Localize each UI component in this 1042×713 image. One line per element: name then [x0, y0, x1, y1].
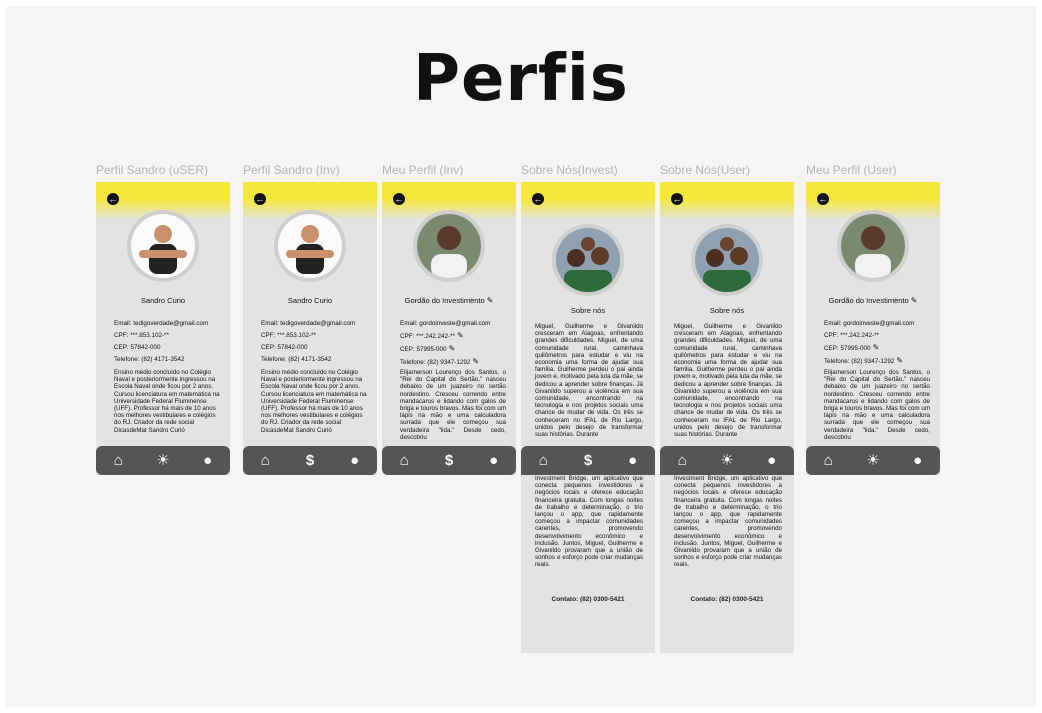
avatar — [837, 210, 909, 282]
edit-pencil-icon[interactable]: ✎ — [911, 296, 918, 305]
frame-sobre-nos-user: ← Sobre nós Miguel, Guilherme e Givanild… — [660, 182, 794, 653]
profile-name: Sandro Curio — [287, 296, 333, 305]
about-text-top: Miguel, Guilherme e Givanildo cresceram … — [535, 323, 643, 439]
edit-pencil-icon[interactable]: ✎ — [472, 357, 479, 366]
about-text-bottom: Investment Bridge, um aplicativo que con… — [535, 475, 643, 569]
back-arrow-icon[interactable]: ← — [817, 193, 829, 205]
home-icon[interactable]: ⌂ — [103, 453, 133, 468]
cep-row: CEP: 57995-000 ✎ — [824, 342, 928, 355]
cep-text: CEP: 57842-000 — [114, 344, 161, 351]
frame-label-perfil-sandro-inv: Perfil Sandro (Inv) — [243, 163, 340, 177]
profile-name: Gordão do Investimento ✎ — [806, 296, 940, 305]
lightbulb-icon[interactable]: ☀ — [712, 453, 742, 468]
telefone-row: Telefone: (82) 9347-1292 ✎ — [400, 356, 504, 369]
bottom-navbar: ⌂ $ ● — [382, 446, 516, 475]
profile-name-text: Gordão do Investimento — [404, 296, 485, 305]
contact-text: Contato: (82) 0300-5421 — [551, 596, 625, 603]
chat-icon[interactable]: ● — [340, 453, 370, 468]
chat-icon[interactable]: ● — [193, 453, 223, 468]
home-icon[interactable]: ⌂ — [250, 453, 280, 468]
email-text: Email: gordoinveste@gmail.com — [824, 320, 915, 327]
about-text-bottom: Investment Bridge, um aplicativo que con… — [674, 475, 782, 569]
frame-label-sobre-nos-invest: Sobre Nós(Invest) — [521, 163, 618, 177]
cpf-text: CPF: ***.242.242-** — [400, 333, 455, 340]
back-arrow-icon[interactable]: ← — [532, 193, 544, 205]
bottom-navbar: ⌂ ☀ ● — [806, 446, 940, 475]
email-text: Email: tedigoverdade@gmail.com — [261, 320, 356, 327]
bottom-navbar: ⌂ ☀ ● — [96, 446, 230, 475]
cep-text: CEP: 57995-000 — [824, 345, 871, 352]
cep-text: CEP: 57842-000 — [261, 344, 308, 351]
bio-text: Ensino médio concluído no Colégio Naval … — [261, 369, 367, 434]
avatar — [552, 224, 624, 296]
profile-name-text: Gordão do Investimento — [828, 296, 909, 305]
telefone-text: Telefone: (82) 4171-3542 — [261, 356, 332, 363]
edit-pencil-icon[interactable]: ✎ — [873, 343, 880, 352]
profile-name: Gordão do Investimento ✎ — [382, 296, 516, 305]
avatar — [691, 224, 763, 296]
chat-icon[interactable]: ● — [479, 453, 509, 468]
contact-text: Contato: (82) 0300-5421 — [690, 596, 764, 603]
home-icon[interactable]: ⌂ — [528, 453, 558, 468]
bottom-navbar: ⌂ ☀ ● — [660, 446, 794, 475]
email-text: Email: tedigoverdade@gmail.com — [114, 320, 209, 327]
frame-meu-perfil-user: ← Gordão do Investimento ✎ Email: gordoin… — [806, 182, 940, 475]
frame-sobre-nos-invest: ← Sobre nós Miguel, Guilherme e Givanild… — [521, 182, 655, 653]
cpf-text: CPF: ***.853.102-** — [261, 332, 316, 339]
about-text-top: Miguel, Guilherme e Givanildo cresceram … — [674, 323, 782, 439]
design-canvas: Perfis Perfil Sandro (uSER) ← Sandro Cur… — [6, 6, 1036, 707]
avatar — [413, 210, 485, 282]
home-icon[interactable]: ⌂ — [389, 453, 419, 468]
telefone-text: Telefone: (82) 9347-1292 — [824, 358, 895, 365]
telefone-text: Telefone: (82) 4171-3542 — [114, 356, 185, 363]
bio-text: Elijamerson Lourenço dos Santos, o "Rei … — [400, 369, 506, 441]
telefone-row: Telefone: (82) 9347-1292 ✎ — [824, 355, 928, 368]
bottom-navbar: ⌂ $ ● — [521, 446, 655, 475]
frame-label-perfil-sandro-user: Perfil Sandro (uSER) — [96, 163, 209, 177]
back-arrow-icon[interactable]: ← — [393, 193, 405, 205]
chat-icon[interactable]: ● — [757, 453, 787, 468]
cpf-text: CPF: ***.242.242-** — [824, 332, 879, 339]
about-heading: Sobre nós — [570, 306, 606, 315]
dollar-icon[interactable]: $ — [434, 453, 464, 468]
edit-pencil-icon[interactable]: ✎ — [449, 344, 456, 353]
cpf-text: CPF: ***.853.102-** — [114, 332, 169, 339]
cep-row: CEP: 57995-000 ✎ — [400, 343, 504, 356]
cep-text: CEP: 57995-000 — [400, 346, 447, 353]
back-arrow-icon[interactable]: ← — [107, 193, 119, 205]
avatar — [127, 210, 199, 282]
bio-text: Ensino médio concluído no Colégio Naval … — [114, 369, 220, 434]
lightbulb-icon[interactable]: ☀ — [858, 453, 888, 468]
chat-icon[interactable]: ● — [618, 453, 648, 468]
edit-pencil-icon[interactable]: ✎ — [487, 296, 494, 305]
frame-label-sobre-nos-user: Sobre Nós(User) — [660, 163, 751, 177]
frame-label-meu-perfil-inv: Meu Perfil (Inv) — [382, 163, 464, 177]
back-arrow-icon[interactable]: ← — [254, 193, 266, 205]
home-icon[interactable]: ⌂ — [667, 453, 697, 468]
frame-label-meu-perfil-user: Meu Perfil (User) — [806, 163, 897, 177]
dollar-icon[interactable]: $ — [573, 453, 603, 468]
avatar — [274, 210, 346, 282]
chat-icon[interactable]: ● — [903, 453, 933, 468]
frame-perfil-sandro-inv: ← Sandro Curio Email: tedigoverdade@gmai… — [243, 182, 377, 475]
bio-text: Elijamerson Lourenço dos Santos, o "Rei … — [824, 369, 930, 441]
profile-name: Sandro Curio — [140, 296, 186, 305]
about-heading: Sobre nós — [709, 306, 745, 315]
dollar-icon[interactable]: $ — [295, 453, 325, 468]
home-icon[interactable]: ⌂ — [813, 453, 843, 468]
frame-perfil-sandro-user: ← Sandro Curio Email: tedigoverdade@gmai… — [96, 182, 230, 475]
back-arrow-icon[interactable]: ← — [671, 193, 683, 205]
edit-pencil-icon[interactable]: ✎ — [457, 331, 464, 340]
page-title: Perfis — [413, 42, 629, 116]
edit-pencil-icon[interactable]: ✎ — [896, 356, 903, 365]
frame-meu-perfil-inv: ← Gordão do Investimento ✎ Email: gordoin… — [382, 182, 516, 475]
bottom-navbar: ⌂ $ ● — [243, 446, 377, 475]
lightbulb-icon[interactable]: ☀ — [148, 453, 178, 468]
cpf-row: CPF: ***.242.242-** ✎ — [400, 330, 504, 343]
email-text: Email: gordoinveste@gmail.com — [400, 320, 491, 327]
telefone-text: Telefone: (82) 9347-1292 — [400, 359, 471, 366]
